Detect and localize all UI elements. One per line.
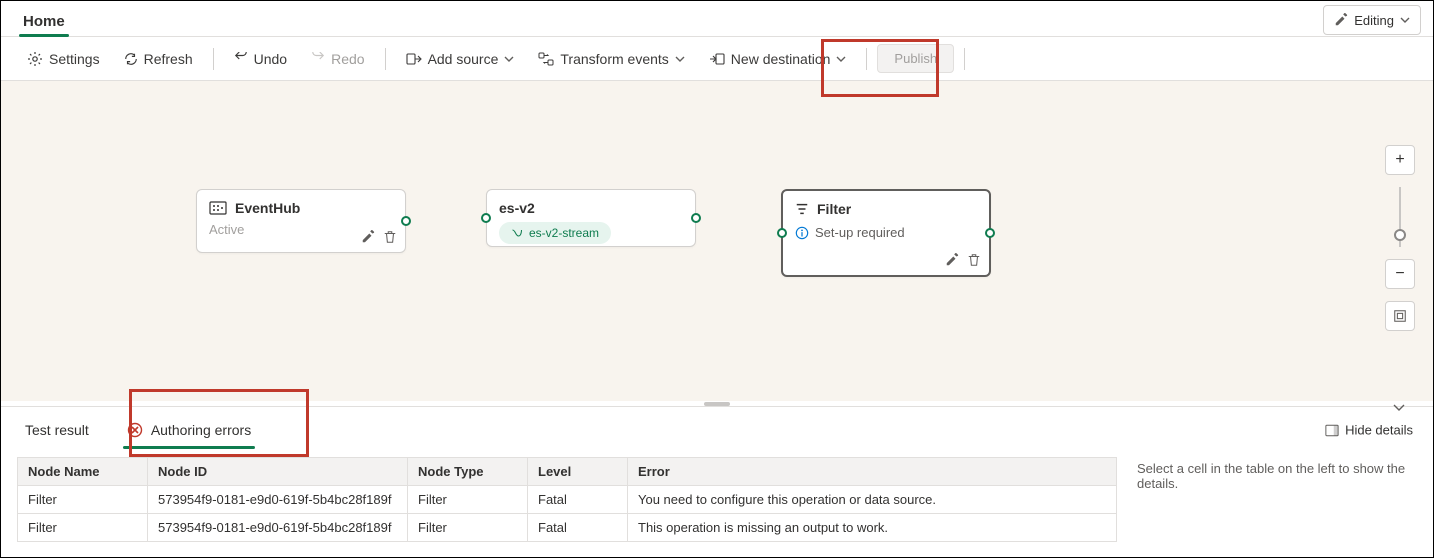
transform-events-button[interactable]: Transform events — [528, 45, 694, 73]
refresh-label: Refresh — [144, 51, 193, 67]
filter-icon — [795, 202, 809, 216]
redo-label: Redo — [331, 51, 364, 67]
refresh-button[interactable]: Refresh — [114, 45, 203, 73]
settings-label: Settings — [49, 51, 100, 67]
toolbar-separator — [385, 48, 386, 70]
tab-test-result-label: Test result — [25, 422, 89, 438]
stream-icon — [511, 227, 523, 239]
pencil-icon[interactable] — [361, 230, 375, 244]
grip-icon — [704, 402, 730, 406]
node-filter-status: Set-up required — [815, 225, 905, 240]
mode-dropdown[interactable]: Editing — [1323, 5, 1421, 35]
mode-label: Editing — [1354, 13, 1394, 28]
node-output-port[interactable] — [985, 228, 995, 238]
table-row[interactable]: Filter 573954f9-0181-e9d0-619f-5b4bc28f1… — [18, 486, 1117, 514]
zoom-out-button[interactable]: − — [1385, 259, 1415, 289]
hide-details-label: Hide details — [1345, 423, 1413, 438]
tab-home-label: Home — [23, 13, 65, 30]
tab-test-result[interactable]: Test result — [21, 412, 93, 448]
table-row[interactable]: Filter 573954f9-0181-e9d0-619f-5b4bc28f1… — [18, 514, 1117, 542]
trash-icon[interactable] — [967, 253, 981, 267]
transform-icon — [538, 51, 554, 67]
zoom-slider-thumb[interactable] — [1394, 229, 1406, 241]
node-filter-title: Filter — [817, 201, 851, 217]
pencil-icon[interactable] — [945, 253, 959, 267]
toolbar: Settings Refresh Undo Redo Add source Tr… — [1, 37, 1433, 81]
zoom-slider[interactable] — [1399, 187, 1401, 247]
zoom-controls: + − — [1385, 145, 1415, 331]
gear-icon — [27, 51, 43, 67]
new-destination-label: New destination — [731, 51, 831, 67]
pipeline-canvas[interactable]: EventHub Active es-v2 es-v2-stream Filte… — [1, 81, 1433, 401]
toolbar-separator — [964, 48, 965, 70]
results-tabbar: Test result Authoring errors Hide detail… — [1, 407, 1433, 453]
refresh-icon — [124, 52, 138, 66]
chevron-down-icon — [675, 54, 685, 64]
pencil-icon — [1334, 13, 1348, 27]
zoom-fit-button[interactable] — [1385, 301, 1415, 331]
col-error[interactable]: Error — [628, 458, 1117, 486]
cell-node-type[interactable]: Filter — [408, 486, 528, 514]
add-source-icon — [406, 51, 422, 67]
tab-authoring-errors[interactable]: Authoring errors — [123, 412, 255, 448]
chevron-down-icon — [1400, 15, 1410, 25]
col-level[interactable]: Level — [528, 458, 628, 486]
cell-level[interactable]: Fatal — [528, 486, 628, 514]
publish-label: Publish — [894, 51, 937, 66]
trash-icon[interactable] — [383, 230, 397, 244]
info-icon — [795, 226, 809, 240]
errors-panel: Node Name Node ID Node Type Level Error … — [1, 453, 1433, 550]
node-eventhub[interactable]: EventHub Active — [196, 189, 406, 253]
detail-hint: Select a cell in the table on the left t… — [1137, 457, 1417, 542]
node-input-port[interactable] — [481, 213, 491, 223]
node-eventhub-title: EventHub — [235, 200, 300, 216]
settings-button[interactable]: Settings — [17, 45, 110, 73]
node-filter[interactable]: Filter Set-up required — [781, 189, 991, 277]
tab-authoring-errors-label: Authoring errors — [151, 422, 251, 438]
col-node-name[interactable]: Node Name — [18, 458, 148, 486]
cell-node-id[interactable]: 573954f9-0181-e9d0-619f-5b4bc28f189f — [148, 514, 408, 542]
destination-icon — [709, 51, 725, 67]
new-destination-button[interactable]: New destination — [699, 45, 857, 73]
undo-label: Undo — [254, 51, 287, 67]
col-node-type[interactable]: Node Type — [408, 458, 528, 486]
cell-node-name[interactable]: Filter — [18, 514, 148, 542]
redo-icon — [311, 52, 325, 66]
undo-button[interactable]: Undo — [224, 45, 297, 73]
stream-pill-label: es-v2-stream — [529, 226, 599, 240]
cell-error[interactable]: This operation is missing an output to w… — [628, 514, 1117, 542]
add-source-button[interactable]: Add source — [396, 45, 525, 73]
node-output-port[interactable] — [401, 216, 411, 226]
collapse-panel-button[interactable] — [1391, 399, 1407, 415]
stream-pill[interactable]: es-v2-stream — [499, 222, 611, 244]
error-circle-icon — [127, 422, 143, 438]
zoom-in-button[interactable]: + — [1385, 145, 1415, 175]
cell-node-name[interactable]: Filter — [18, 486, 148, 514]
panel-right-icon — [1325, 423, 1339, 437]
toolbar-separator — [213, 48, 214, 70]
chevron-down-icon — [836, 54, 846, 64]
undo-icon — [234, 52, 248, 66]
toolbar-separator — [866, 48, 867, 70]
page-tab-header: Home Editing — [1, 1, 1433, 37]
node-input-port[interactable] — [777, 228, 787, 238]
col-node-id[interactable]: Node ID — [148, 458, 408, 486]
cell-error[interactable]: You need to configure this operation or … — [628, 486, 1117, 514]
eventhub-icon — [209, 200, 227, 216]
cell-level[interactable]: Fatal — [528, 514, 628, 542]
publish-button: Publish — [877, 44, 954, 73]
cell-node-id[interactable]: 573954f9-0181-e9d0-619f-5b4bc28f189f — [148, 486, 408, 514]
node-output-port[interactable] — [691, 213, 701, 223]
node-stream-title: es-v2 — [499, 200, 535, 216]
transform-events-label: Transform events — [560, 51, 668, 67]
chevron-down-icon — [504, 54, 514, 64]
redo-button: Redo — [301, 45, 374, 73]
tab-home[interactable]: Home — [13, 5, 75, 36]
hide-details-button[interactable]: Hide details — [1325, 423, 1413, 438]
add-source-label: Add source — [428, 51, 499, 67]
table-header-row: Node Name Node ID Node Type Level Error — [18, 458, 1117, 486]
cell-node-type[interactable]: Filter — [408, 514, 528, 542]
errors-table[interactable]: Node Name Node ID Node Type Level Error … — [17, 457, 1117, 542]
node-stream[interactable]: es-v2 es-v2-stream — [486, 189, 696, 247]
